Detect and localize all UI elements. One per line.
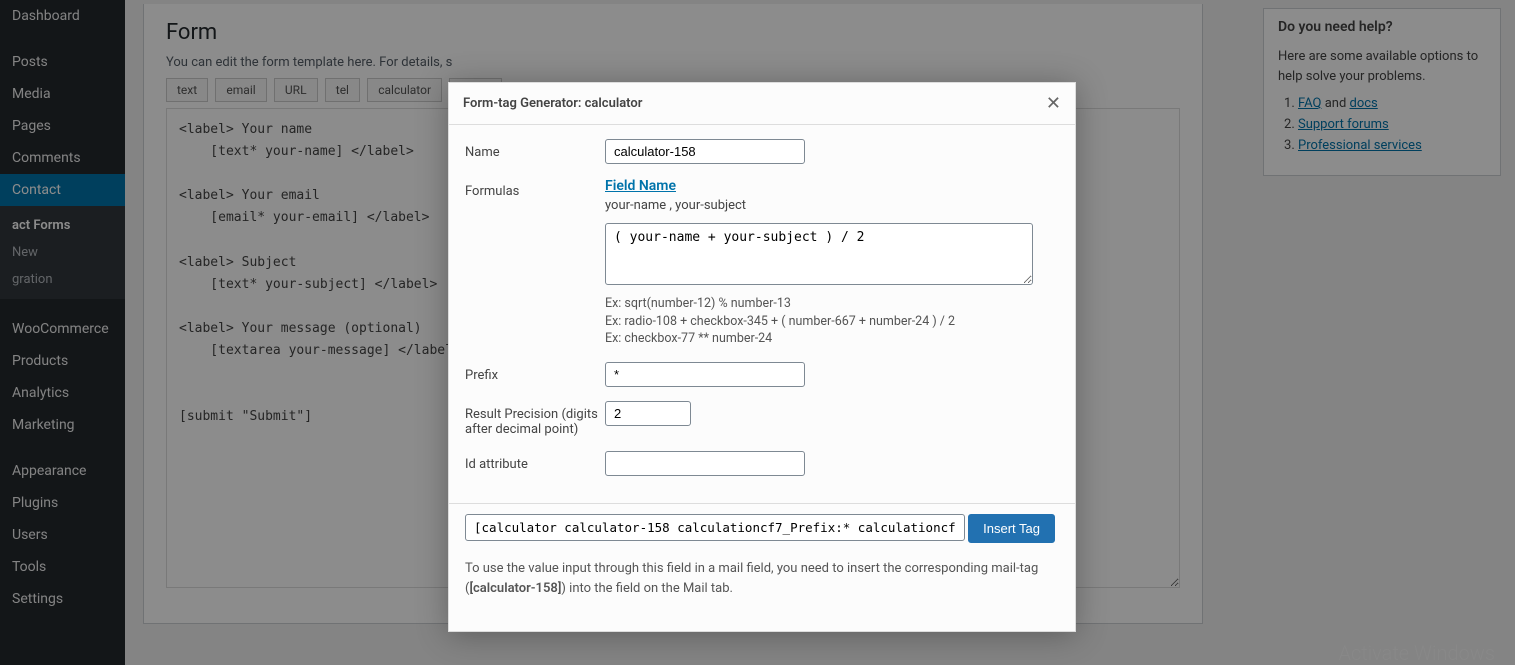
- mail-tag-note: To use the value input through this fiel…: [465, 549, 1059, 598]
- id-attr-label: Id attribute: [465, 451, 605, 476]
- precision-label: Result Precision (digits after decimal p…: [465, 401, 605, 437]
- modal-body: Name Formulas Field Name your-name , you…: [449, 125, 1075, 503]
- name-label: Name: [465, 139, 605, 164]
- id-attr-input[interactable]: [605, 451, 805, 476]
- modal-footer: Insert Tag To use the value input throug…: [449, 503, 1075, 631]
- formula-textarea[interactable]: ( your-name + your-subject ) / 2: [605, 223, 1033, 285]
- formula-hints: Ex: sqrt(number-12) % number-13 Ex: radi…: [605, 295, 1059, 348]
- modal-header: Form-tag Generator: calculator ✕: [449, 83, 1075, 125]
- form-tag-generator-modal: Form-tag Generator: calculator ✕ Name Fo…: [448, 82, 1076, 632]
- field-name-link[interactable]: Field Name: [605, 178, 1059, 194]
- modal-title: Form-tag Generator: calculator: [463, 96, 642, 111]
- name-input[interactable]: [605, 139, 805, 164]
- mail-tag-code: [calculator-158]: [469, 581, 561, 596]
- close-icon[interactable]: ✕: [1046, 93, 1061, 114]
- insert-tag-button[interactable]: Insert Tag: [968, 514, 1055, 543]
- prefix-label: Prefix: [465, 362, 605, 387]
- prefix-input[interactable]: [605, 362, 805, 387]
- formulas-label: Formulas: [465, 178, 605, 348]
- field-names-list: your-name , your-subject: [605, 198, 1059, 213]
- windows-watermark: Activate Windows: [1338, 641, 1495, 665]
- precision-input[interactable]: [605, 401, 691, 426]
- tag-output[interactable]: [465, 514, 965, 541]
